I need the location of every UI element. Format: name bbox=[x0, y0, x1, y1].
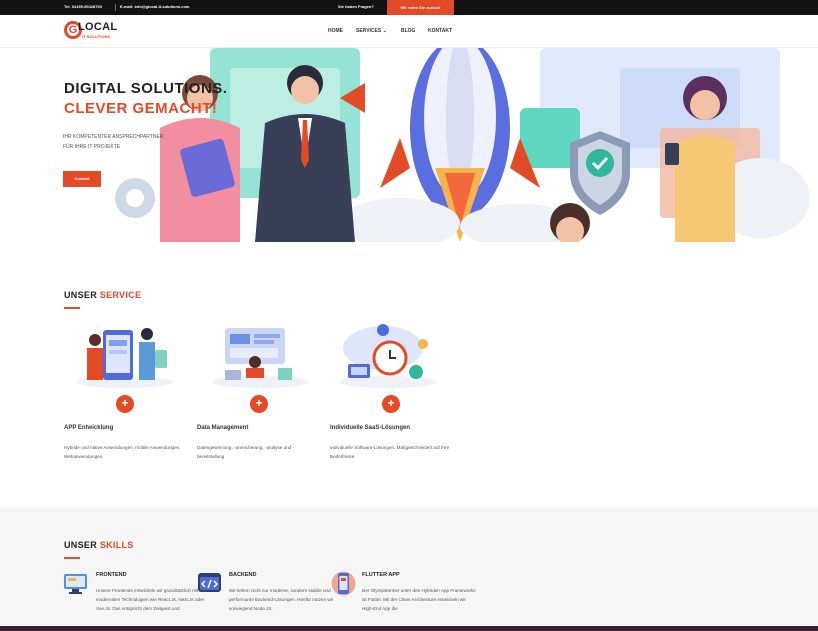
data-management-illustration bbox=[212, 328, 308, 388]
hero-title-line1: DIGITAL SOLUTIONS. bbox=[64, 80, 228, 97]
bottom-strip bbox=[0, 626, 818, 631]
service-title: Individuelle SaaS-Lösungen bbox=[330, 425, 411, 431]
saas-solutions-illustration bbox=[340, 324, 436, 388]
skills-heading-part1: UNSER bbox=[64, 540, 100, 550]
plus-icon: + bbox=[121, 396, 129, 410]
questions-label: Sie haben Fragen? bbox=[338, 4, 374, 9]
nav-services[interactable]: SERVICES ⌄ bbox=[356, 28, 387, 34]
skill-description: Der Olympstürmer unter den Hybriden App … bbox=[362, 588, 476, 611]
nav-kontakt[interactable]: KONTAKT bbox=[428, 28, 452, 34]
service-title: Data Management bbox=[197, 425, 249, 431]
saas-solutions-expand-button[interactable]: + bbox=[382, 395, 400, 413]
service-description: Datengewinnung, -anreicherung, -analyse … bbox=[197, 445, 295, 459]
services-heading-part2: SERVICE bbox=[99, 290, 142, 300]
monitor-icon bbox=[64, 574, 87, 594]
site-header: G LOCAL IT SOLUTIONS HOME SERVICES ⌄ BLO… bbox=[0, 15, 818, 48]
nav-blog[interactable]: BLOG bbox=[401, 28, 415, 34]
data-management-expand-button[interactable]: + bbox=[250, 395, 268, 413]
nav-home[interactable]: HOME bbox=[328, 28, 343, 34]
service-title: APP Entwicklung bbox=[64, 425, 114, 431]
app-development-illustration bbox=[77, 328, 173, 388]
skill-description: Unsere Frontends entwickeln wir grundsät… bbox=[96, 588, 208, 611]
logo-subtitle: IT SOLUTIONS bbox=[82, 34, 110, 39]
services-heading-part1: UNSER bbox=[64, 290, 100, 300]
skill-title: FLUTTER APP bbox=[362, 572, 400, 578]
hero-subtitle-line2: FÜR IHRE IT PROJEKTE bbox=[63, 144, 121, 150]
logo-name: LOCAL bbox=[78, 21, 118, 33]
phone-number[interactable]: Tel. 04155-90428760 bbox=[64, 4, 102, 9]
skills-heading-part2: SKILLS bbox=[99, 540, 134, 550]
top-bar: Tel. 04155-90428760 E-mail: info@glocal-… bbox=[0, 0, 818, 15]
topbar-divider bbox=[115, 4, 116, 11]
skill-title: FRONTEND bbox=[96, 572, 127, 578]
skill-title: BACKEND bbox=[229, 572, 257, 578]
hero-contact-button[interactable]: Kontakt bbox=[63, 171, 101, 187]
skill-description: Wir liefern nicht nur moderne, sondern s… bbox=[229, 588, 334, 611]
hero-title-line2: CLEVER GEMACHT! bbox=[64, 100, 218, 117]
service-description: Hybride und native Anwendungen, mobile A… bbox=[64, 445, 181, 459]
logo[interactable]: G LOCAL IT SOLUTIONS bbox=[64, 21, 124, 43]
plus-icon: + bbox=[255, 396, 263, 410]
chevron-down-icon: ⌄ bbox=[382, 28, 387, 34]
app-development-expand-button[interactable]: + bbox=[116, 395, 134, 413]
plus-icon: + bbox=[387, 396, 395, 410]
services-heading: UNSER SERVICE bbox=[64, 290, 141, 300]
nav-services-label: SERVICES bbox=[356, 28, 382, 34]
service-description: Individuelle Software-Lösungen. Maßgesch… bbox=[330, 445, 449, 459]
services-heading-underline bbox=[64, 307, 80, 309]
hero-section: DIGITAL SOLUTIONS. CLEVER GEMACHT! IHR K… bbox=[0, 48, 818, 242]
hero-subtitle-line1: IHR KOMPETENTER ANSPRECHPARTNER bbox=[63, 134, 164, 140]
hero-illustration bbox=[115, 48, 810, 242]
callback-button[interactable]: Wir rufen Sie zurück! bbox=[387, 0, 454, 15]
skills-heading-underline bbox=[64, 557, 80, 559]
skills-heading: UNSER SKILLS bbox=[64, 540, 134, 550]
email-address[interactable]: E-mail: info@glocal-it-solutions.com bbox=[120, 4, 189, 9]
